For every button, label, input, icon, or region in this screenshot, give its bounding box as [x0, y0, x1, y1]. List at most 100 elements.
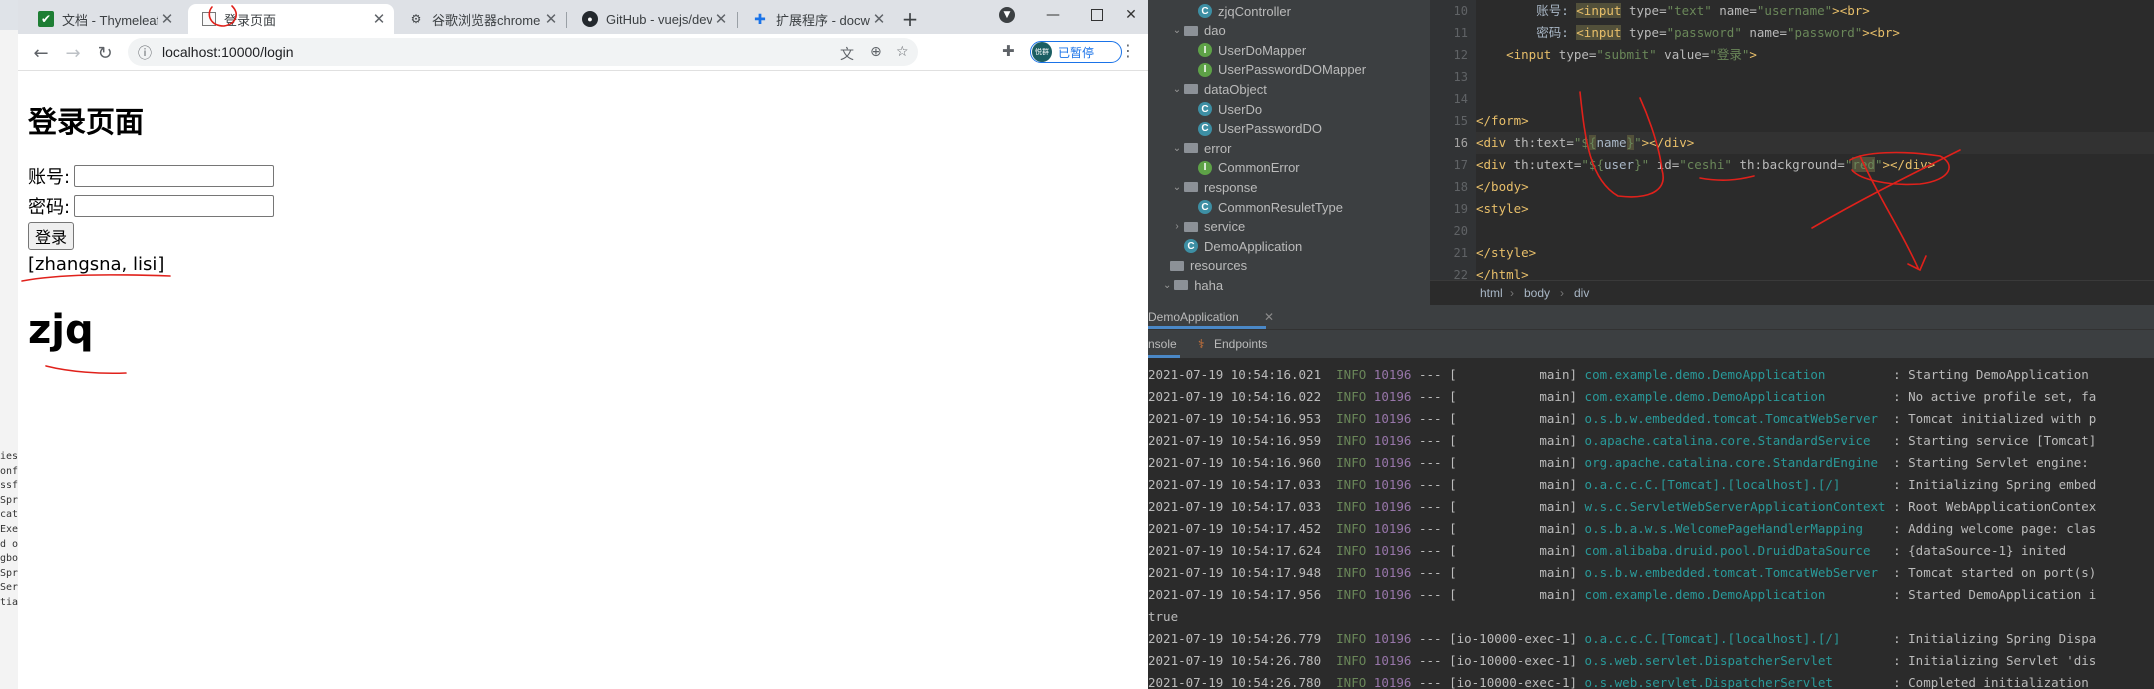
tab-extensions[interactable]: ✚ 扩展程序 - docway ✕ — [738, 4, 894, 34]
console-line: 2021-07-19 10:54:16.953 INFO 10196 --- [… — [1148, 408, 2096, 430]
back-button[interactable]: ← — [28, 40, 54, 66]
chevron-down-icon[interactable]: ⌄ — [1170, 182, 1184, 193]
username-input[interactable] — [74, 165, 275, 187]
log-thread: [ main] — [1449, 499, 1578, 514]
account-row: 账号: — [28, 163, 275, 189]
log-timestamp: 2021-07-19 10:54:17.452 — [1148, 521, 1322, 536]
tree-label: UserDoMapper — [1218, 42, 1307, 58]
tab-login-page[interactable]: 登录页面 ✕ — [188, 4, 394, 34]
close-window-button[interactable]: ✕ — [1114, 0, 1148, 30]
interface-icon: I — [1198, 160, 1212, 175]
tree-class[interactable]: I UserPasswordDOMapper — [1198, 60, 1366, 80]
log-separator: --- — [1418, 367, 1442, 382]
background-window-titlebar — [0, 0, 18, 30]
chevron-down-icon[interactable]: ⌄ — [1170, 84, 1184, 95]
chevron-right-icon[interactable]: › — [1170, 221, 1184, 232]
password-input[interactable] — [74, 195, 275, 217]
tree-class[interactable]: I CommonError — [1198, 158, 1300, 178]
log-message: : Starting DemoApplication — [1893, 367, 2089, 382]
tree-folder[interactable]: › service — [1170, 217, 1245, 237]
bookmark-star-icon[interactable]: ☆ — [896, 44, 909, 60]
log-level: INFO — [1336, 389, 1367, 404]
tree-folder[interactable]: ⌄ dataObject — [1170, 79, 1267, 99]
maximize-icon — [1091, 9, 1103, 21]
tab-close-icon[interactable]: ✕ — [712, 10, 730, 28]
zoom-icon[interactable]: ⊕ — [870, 44, 882, 60]
tab-close-icon[interactable]: ✕ — [370, 10, 388, 28]
log-thread: [io-10000-exec-1] — [1449, 631, 1578, 646]
tab-search-button[interactable]: ▼ — [984, 0, 1030, 30]
run-tab-demoapplication[interactable]: DemoApplication — [1148, 310, 1249, 324]
more-menu-icon[interactable]: ⋮ — [1120, 41, 1136, 60]
folder-icon — [1174, 280, 1189, 291]
tree-class[interactable]: I UserDoMapper — [1198, 40, 1306, 60]
tab-chrome-browser[interactable]: ⚙ 谷歌浏览器chrome ✕ — [394, 4, 566, 34]
chevron-down-icon[interactable]: ⌄ — [1170, 143, 1184, 154]
log-separator: --- — [1418, 433, 1442, 448]
tree-folder[interactable]: resources — [1156, 256, 1247, 276]
reload-button[interactable]: ↻ — [92, 40, 118, 66]
log-separator: --- — [1418, 543, 1442, 558]
console-text: true — [1148, 609, 1179, 624]
tree-class[interactable]: C CommonResuletType — [1198, 197, 1343, 217]
close-tab-icon[interactable]: ✕ — [1264, 310, 1274, 324]
console-output[interactable]: 2021-07-19 10:54:16.021 INFO 10196 --- [… — [1148, 360, 2154, 689]
log-pid: 10196 — [1373, 653, 1412, 668]
tab-label: 登录页面 — [224, 12, 277, 28]
log-thread: [ main] — [1449, 543, 1578, 558]
console-line: 2021-07-19 10:54:17.033 INFO 10196 --- [… — [1148, 496, 2096, 518]
chevron-down-icon[interactable]: ⌄ — [1170, 25, 1184, 36]
tree-class[interactable]: C DemoApplication — [1184, 236, 1302, 256]
tree-class[interactable]: C UserPasswordDO — [1198, 119, 1322, 139]
tree-folder[interactable]: ⌄ dao — [1170, 21, 1226, 41]
code-editor[interactable]: 账号: <input type="text" name="username"><… — [1476, 0, 2154, 280]
tree-folder[interactable]: ⌄ error — [1170, 138, 1232, 158]
tab-close-icon[interactable]: ✕ — [158, 10, 176, 28]
log-separator: --- — [1418, 631, 1442, 646]
tree-folder[interactable]: ⌄ response — [1170, 177, 1258, 197]
tab-thymeleaf[interactable]: ✔ 文档 - Thymeleaf ✕ — [24, 4, 182, 34]
minimize-button[interactable]: — — [1030, 0, 1076, 30]
background-window-line: onf — [0, 465, 18, 477]
log-message: : Initializing Servlet 'dis — [1893, 653, 2097, 668]
tree-folder[interactable]: ⌄ haha — [1160, 275, 1223, 295]
log-timestamp: 2021-07-19 10:54:26.780 — [1148, 675, 1322, 689]
tab-github[interactable]: ● GitHub - vuejs/dev ✕ — [568, 4, 736, 34]
console-line: 2021-07-19 10:54:26.779 INFO 10196 --- [… — [1148, 628, 2096, 650]
tree-class[interactable]: C UserDo — [1198, 99, 1262, 119]
breadcrumb-item[interactable]: html — [1480, 286, 1503, 300]
login-button[interactable]: 登录 — [28, 222, 75, 250]
line-number: 16 — [1453, 136, 1468, 150]
endpoints-tab[interactable]: Endpoints — [1214, 337, 1267, 351]
extensions-puzzle-icon[interactable]: ✚ — [1002, 42, 1015, 60]
console-tab[interactable]: nsole — [1148, 337, 1177, 351]
log-separator: --- — [1418, 521, 1442, 536]
translate-icon[interactable]: 文 — [840, 44, 854, 64]
log-logger: org.apache.catalina.core.StandardEngine — [1584, 455, 1886, 470]
profile-status-label: 已暂停 — [1058, 45, 1095, 60]
log-level: INFO — [1336, 455, 1367, 470]
profile-button[interactable]: 悦群 已暂停 — [1030, 41, 1122, 63]
chevron-down-icon[interactable]: ⌄ — [1160, 280, 1174, 291]
background-window-line: cat — [0, 509, 18, 521]
background-window-text: ies onf ssf Spr cat Exe d or gbo Spr Ser tia — [0, 450, 18, 611]
tab-close-icon[interactable]: ✕ — [870, 10, 888, 28]
tree-class[interactable]: CzjqController — [1198, 1, 1291, 21]
breadcrumb-item[interactable]: div — [1574, 286, 1589, 300]
new-tab-button[interactable]: + — [896, 5, 924, 33]
breadcrumb-item[interactable]: body — [1524, 286, 1550, 300]
forward-button[interactable]: → — [60, 40, 86, 66]
tree-label: zjqController — [1218, 3, 1291, 19]
address-bar[interactable]: ⓘ localhost:10000/login 文 ⊕ ☆ — [128, 38, 918, 66]
tab-close-icon[interactable]: ✕ — [542, 10, 560, 28]
log-timestamp: 2021-07-19 10:54:17.033 — [1148, 499, 1322, 514]
log-level: INFO — [1336, 477, 1367, 492]
code-line-17: <div th:utext="${user}" id="ceshi" th:ba… — [1476, 157, 1936, 172]
class-icon: C — [1198, 102, 1212, 116]
log-thread: [ main] — [1449, 433, 1578, 448]
background-window-line: ies — [0, 451, 18, 462]
github-icon: ● — [582, 11, 598, 27]
log-thread: [ main] — [1449, 521, 1578, 536]
info-icon[interactable]: ⓘ — [138, 43, 152, 63]
background-window-line: d or — [0, 538, 18, 550]
